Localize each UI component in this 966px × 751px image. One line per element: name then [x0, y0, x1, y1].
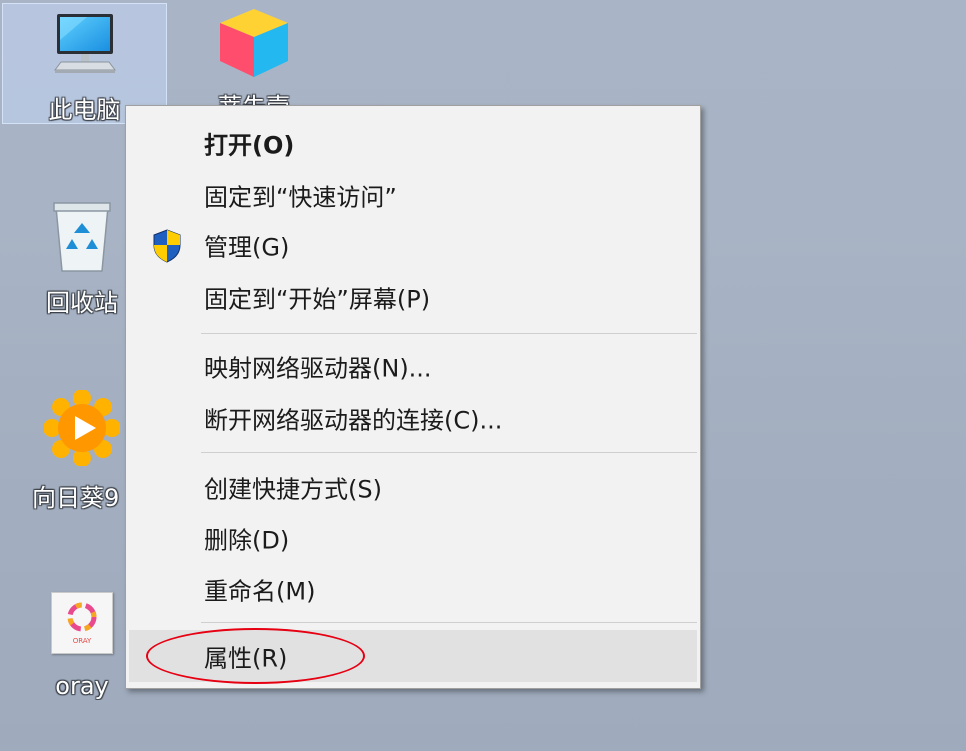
menu-item-label: 删除(D) [204, 526, 290, 555]
oray-logo-icon: ORAY [67, 602, 97, 645]
menu-item-label: 固定到“开始”屏幕(P) [204, 285, 431, 314]
menu-item-label: 断开网络驱动器的连接(C)... [204, 406, 503, 435]
context-menu: 打开(O) 固定到“快速访问” 管理(G) 固定到“开始”屏幕(P) 映射网络驱… [125, 105, 701, 689]
computer-icon [53, 14, 116, 73]
oray-app-icon: ORAY [51, 592, 113, 654]
menu-item-open[interactable]: 打开(O) [129, 118, 697, 168]
oray-logo-text: ORAY [73, 637, 92, 645]
menu-item-manage[interactable]: 管理(G) [129, 220, 697, 270]
menu-item-pin-quick-access[interactable]: 固定到“快速访问” [129, 170, 697, 220]
menu-item-delete[interactable]: 删除(D) [129, 513, 697, 563]
menu-item-label: 固定到“快速访问” [204, 183, 397, 212]
menu-item-rename[interactable]: 重命名(M) [129, 564, 697, 614]
menu-item-label: 管理(G) [204, 233, 290, 262]
menu-item-map-network-drive[interactable]: 映射网络驱动器(N)... [129, 341, 697, 391]
desktop-icon-label: oray [55, 672, 109, 700]
menu-item-properties[interactable]: 属性(R) [129, 630, 697, 682]
menu-separator [201, 452, 697, 453]
menu-separator [201, 622, 697, 623]
menu-item-label: 打开(O) [204, 131, 295, 160]
cube-app-icon [220, 9, 288, 77]
menu-item-label: 创建快捷方式(S) [204, 475, 382, 504]
uac-shield-icon [153, 229, 181, 263]
desktop-icon-oray[interactable]: ORAY oray [22, 588, 142, 708]
menu-separator [201, 333, 697, 334]
menu-item-label: 属性(R) [204, 644, 288, 673]
sunflower-app-icon [44, 390, 120, 466]
desktop-icon-recycle-bin[interactable]: 回收站 [22, 195, 142, 317]
menu-item-pin-start[interactable]: 固定到“开始”屏幕(P) [129, 272, 697, 322]
menu-item-create-shortcut[interactable]: 创建快捷方式(S) [129, 462, 697, 512]
menu-item-label: 映射网络驱动器(N)... [204, 354, 432, 383]
desktop-icon-app[interactable]: 蒂朱壹 [194, 3, 314, 121]
desktop-icon-sunflower[interactable]: 向日葵9 [22, 390, 142, 512]
desktop-icon-label: 回收站 [46, 289, 118, 317]
recycle-bin-icon [53, 202, 111, 272]
menu-item-disconnect-network-drive[interactable]: 断开网络驱动器的连接(C)... [129, 393, 697, 443]
menu-item-label: 重命名(M) [204, 577, 316, 606]
